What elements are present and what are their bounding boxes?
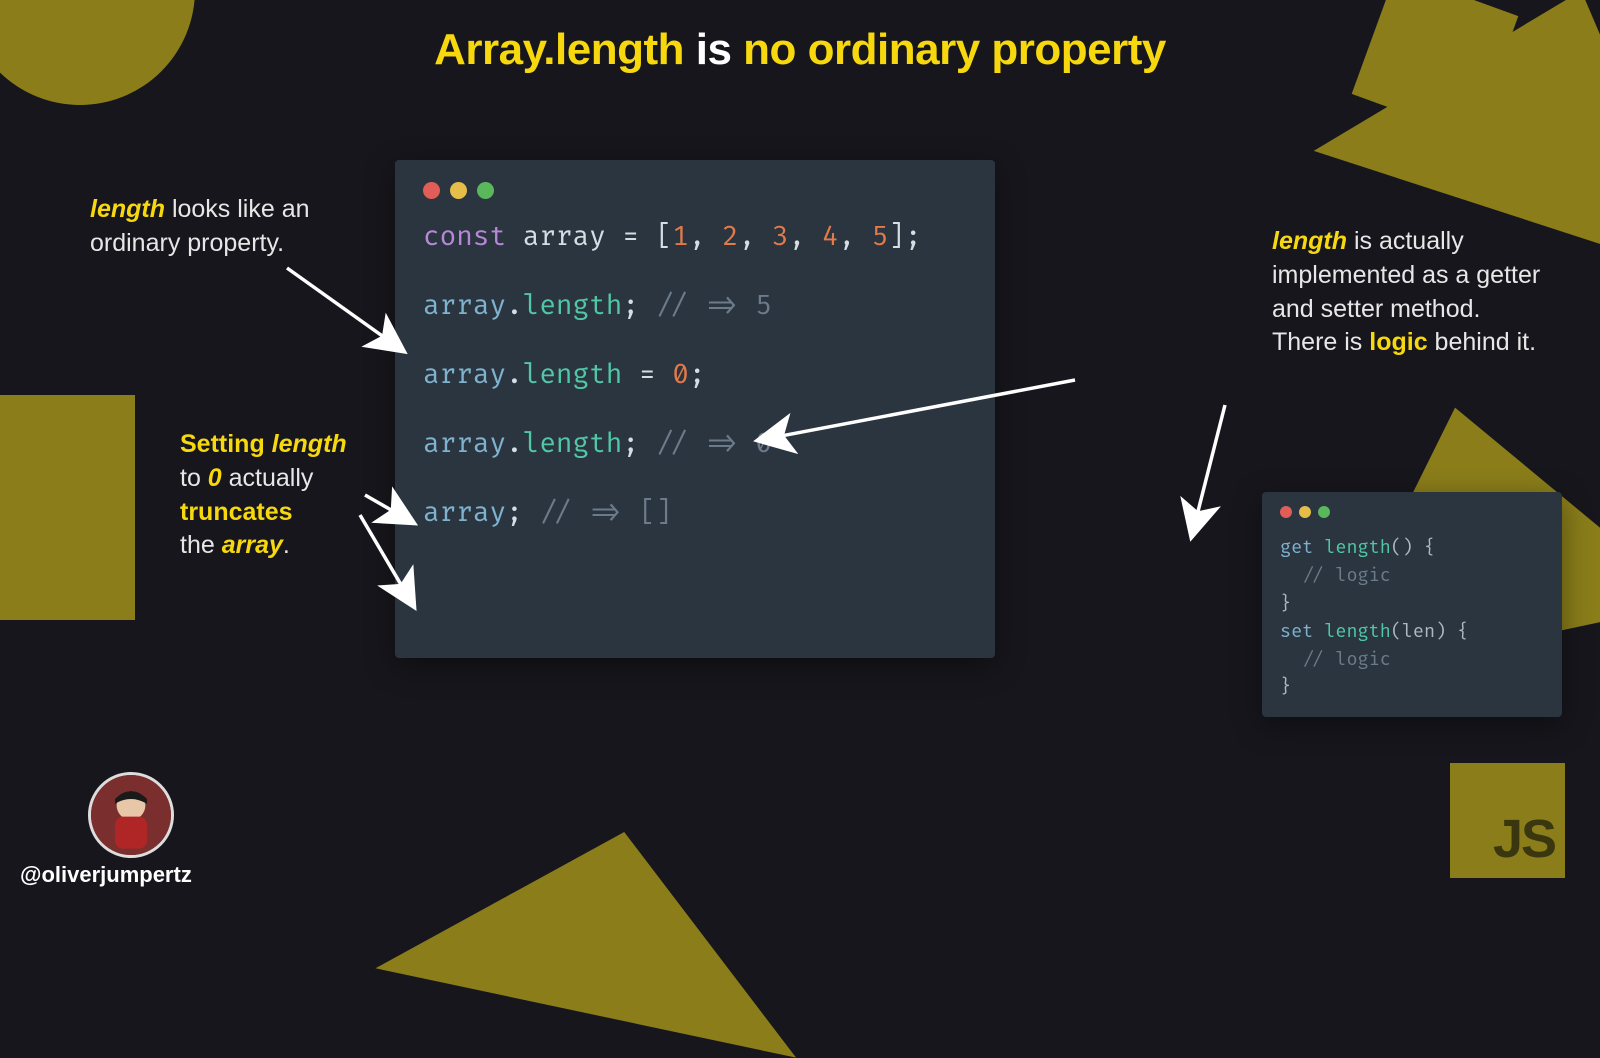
callout-setting-length: Setting length to 0 actually truncates t… [180,428,380,563]
slide-title: Array.length is no ordinary property [0,25,1600,75]
code-main: const array = [1, 2, 3, 4, 5]; array.len… [423,221,967,532]
callout3-text2: behind it. [1428,328,1536,356]
author-avatar [88,772,174,858]
code-small: get length() { // logic } set length(len… [1280,534,1544,701]
minimize-icon [450,182,467,199]
callout1-highlight: length [90,195,165,223]
js-badge: JS [1450,763,1565,878]
window-controls [423,182,967,199]
title-part2: is [696,25,732,74]
title-part3: no ordinary property [743,25,1166,74]
minimize-icon [1299,506,1311,518]
close-icon [1280,506,1292,518]
callout3-hl2: logic [1369,328,1427,356]
author-handle: @oliverjumpertz [20,862,192,888]
author-block: @oliverjumpertz [20,772,192,888]
callout-length-ordinary: length looks like an ordinary property. [90,193,360,261]
decor-triangle-bottom [375,787,834,1057]
callout-getter-setter: length is actually implemented as a gett… [1272,225,1552,360]
code-window-getter-setter: get length() { // logic } set length(len… [1262,492,1562,717]
window-controls-small [1280,506,1544,518]
maximize-icon [1318,506,1330,518]
callout3-hl1: length [1272,227,1347,255]
maximize-icon [477,182,494,199]
title-part1: Array.length [434,25,684,74]
close-icon [423,182,440,199]
decor-square-left [0,395,135,620]
code-window-main: const array = [1, 2, 3, 4, 5]; array.len… [395,160,995,658]
